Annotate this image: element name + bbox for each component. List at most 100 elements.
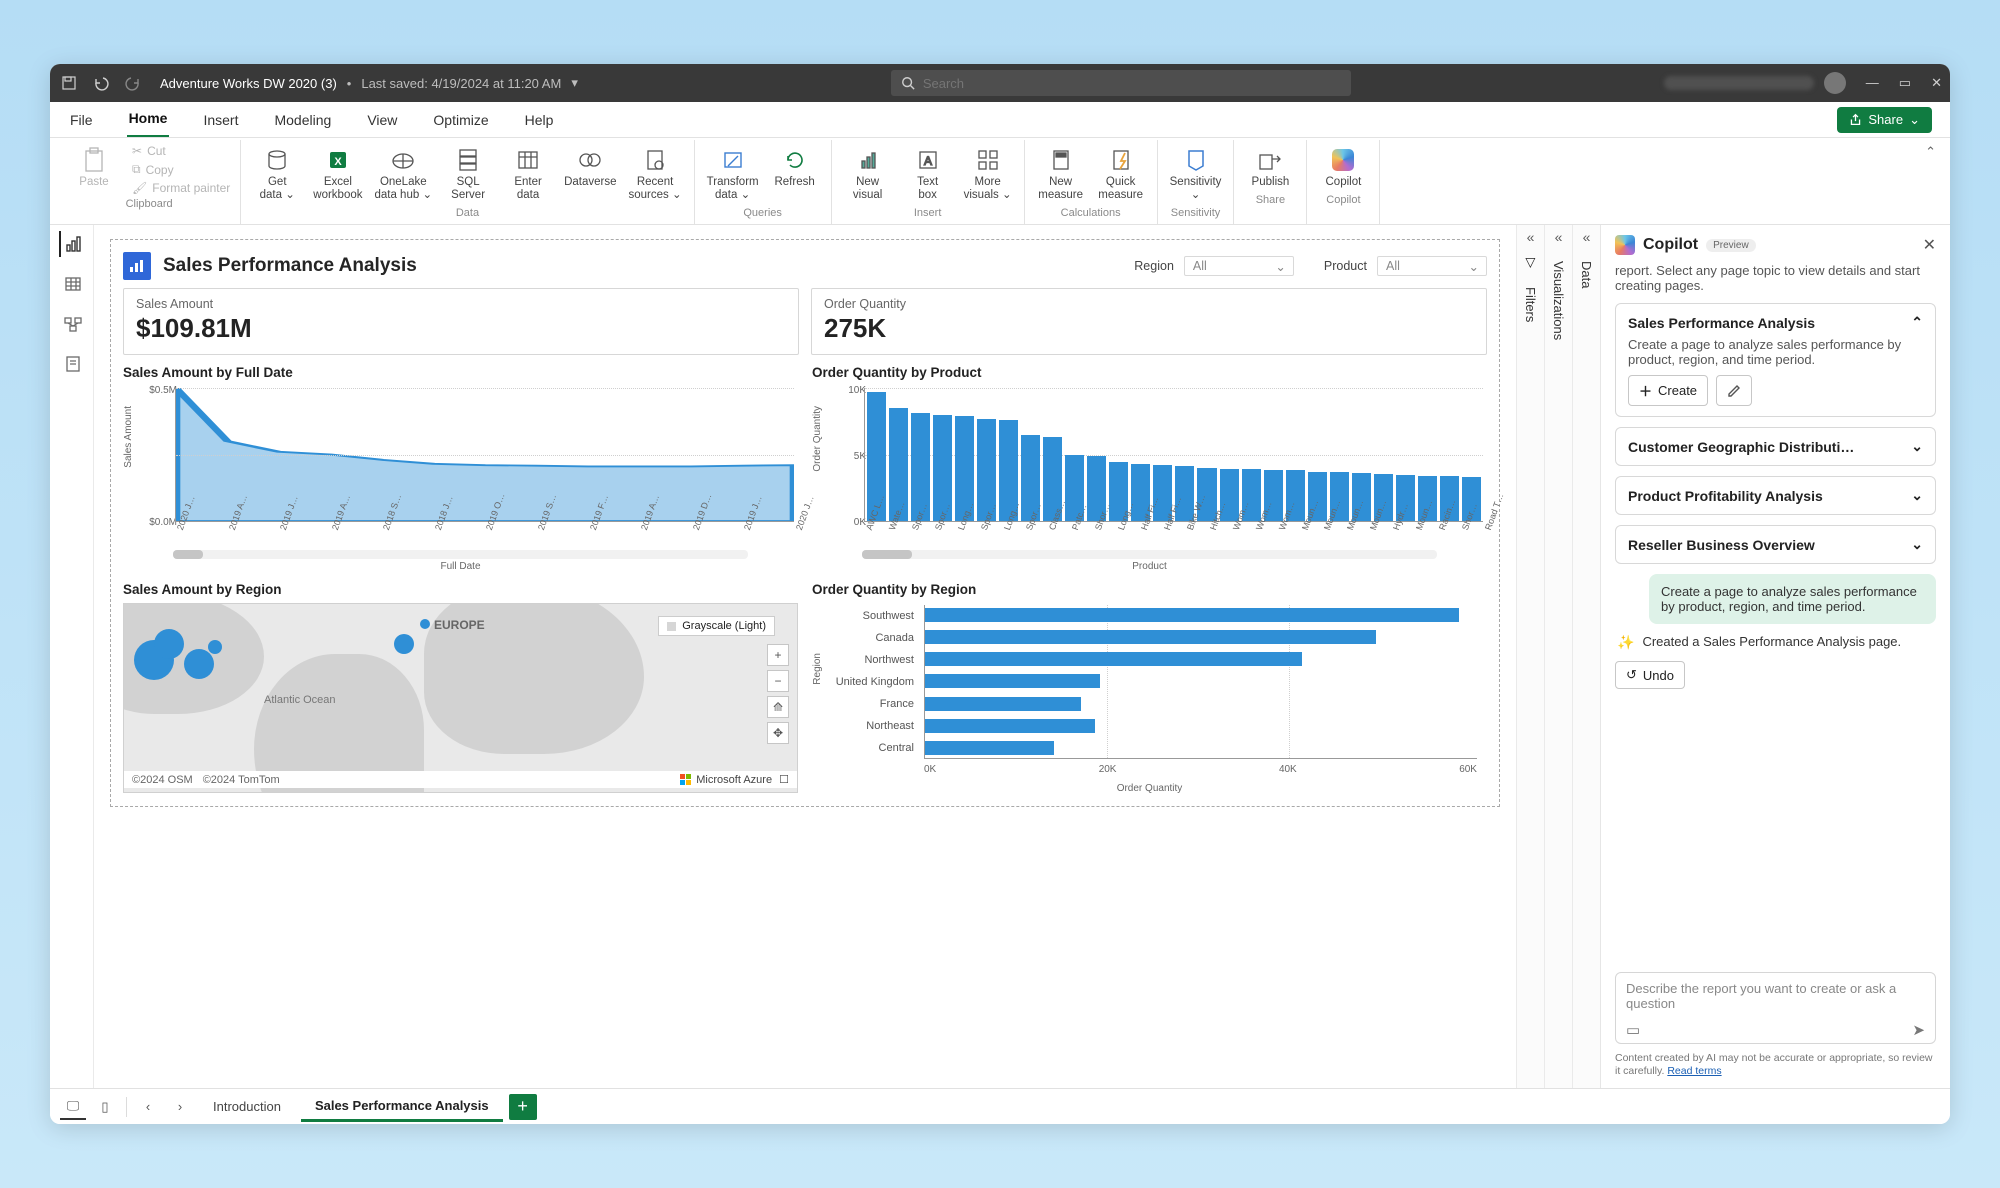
enter-data-button[interactable]: Enter data (502, 144, 554, 204)
edit-button[interactable] (1716, 375, 1752, 406)
minimize-icon[interactable]: — (1866, 75, 1879, 91)
create-button[interactable]: ＋Create (1628, 375, 1708, 406)
zoom-out-icon[interactable]: − (767, 670, 789, 692)
scrollbar[interactable] (173, 550, 748, 559)
avatar[interactable] (1824, 72, 1846, 94)
quick-measure-button[interactable]: Quick measure (1095, 144, 1147, 204)
filters-pane-collapsed[interactable]: «▷Filters (1516, 225, 1544, 1088)
card-sales-amount[interactable]: Sales Amount $109.81M (123, 288, 799, 355)
filter-product[interactable]: ProductAll (1324, 256, 1487, 276)
copilot-logo-icon (1615, 235, 1635, 255)
tab-introduction[interactable]: Introduction (199, 1093, 295, 1120)
close-icon[interactable]: ✕ (1931, 75, 1942, 91)
share-icon (1849, 113, 1862, 126)
attach-icon[interactable]: ▭ (1626, 1021, 1640, 1039)
filter-region[interactable]: RegionAll (1134, 256, 1294, 276)
maximize-icon[interactable]: ▭ (1899, 75, 1911, 91)
onelake-button[interactable]: OneLake data hub ⌄ (372, 144, 434, 204)
report-view-icon[interactable] (59, 231, 85, 257)
data-pane-collapsed[interactable]: «Data (1572, 225, 1600, 1088)
ribbon: Paste ✂ Cut ⧉ Copy 🖌 Format painter Clip… (50, 138, 1950, 225)
more-visuals-button[interactable]: More visuals ⌄ (962, 144, 1014, 204)
menu-modeling[interactable]: Modeling (272, 104, 333, 137)
copilot-input[interactable]: Describe the report you want to create o… (1615, 972, 1936, 1044)
search-input[interactable] (923, 76, 1341, 91)
new-visual-button[interactable]: New visual (842, 144, 894, 204)
map-style[interactable]: Grayscale (Light) (658, 616, 775, 636)
assistant-response: Created a Sales Performance Analysis pag… (1615, 634, 1936, 651)
suggestion-sales-performance[interactable]: Sales Performance Analysis⌃ Create a pag… (1615, 303, 1936, 417)
tab-sales-performance[interactable]: Sales Performance Analysis (301, 1092, 503, 1122)
file-name: Adventure Works DW 2020 (3) (160, 76, 337, 91)
read-terms-link[interactable]: Read terms (1667, 1065, 1721, 1077)
send-icon[interactable]: ➤ (1912, 1021, 1925, 1039)
desktop-view-icon[interactable]: 🖵 (60, 1094, 86, 1120)
scrollbar[interactable] (862, 550, 1437, 559)
save-icon[interactable] (58, 72, 80, 94)
prev-page-icon[interactable]: ‹ (135, 1094, 161, 1120)
sql-server-button[interactable]: SQL Server (442, 144, 494, 204)
page-title: Sales Performance Analysis (163, 255, 417, 277)
report-canvas[interactable]: Sales Performance Analysis RegionAll Pro… (110, 239, 1500, 807)
chart-sales-by-region-map[interactable]: Sales Amount by Region Atlantic Ocean EU… (123, 582, 798, 794)
chart-qty-by-region[interactable]: Order Quantity by Region Region Southwes… (812, 582, 1487, 794)
undo-icon[interactable] (90, 72, 112, 94)
menu-view[interactable]: View (365, 104, 399, 137)
transform-data-button[interactable]: Transform data ⌄ (705, 144, 761, 204)
refresh-button[interactable]: Refresh (769, 144, 821, 191)
next-page-icon[interactable]: › (167, 1094, 193, 1120)
model-view-icon[interactable] (59, 311, 85, 337)
chevron-up-icon[interactable]: ⌃ (1911, 314, 1923, 331)
view-rail (50, 225, 94, 1088)
chart-sales-by-date[interactable]: Sales Amount by Full Date Sales Amount $… (123, 365, 798, 572)
svg-text:X: X (334, 156, 342, 168)
pencil-icon (1727, 384, 1741, 398)
text-box-button[interactable]: AText box (902, 144, 954, 204)
svg-text:A: A (924, 154, 932, 168)
group-share: Publish Share (1234, 140, 1307, 224)
menu-help[interactable]: Help (523, 104, 556, 137)
group-queries: Transform data ⌄ Refresh Queries (695, 140, 832, 224)
paste-button: Paste (68, 144, 120, 191)
get-data-button[interactable]: Get data ⌄ (251, 144, 303, 204)
copilot-pane: Copilot Preview ✕ report. Select any pag… (1600, 225, 1950, 1088)
menu-insert[interactable]: Insert (201, 104, 240, 137)
card-order-qty[interactable]: Order Quantity 275K (811, 288, 1487, 355)
mobile-view-icon[interactable]: ▯ (92, 1094, 118, 1120)
suggestion-reseller[interactable]: Reseller Business Overview⌄ (1615, 525, 1936, 564)
excel-workbook-button[interactable]: XExcel workbook (311, 144, 364, 204)
map-lasso-icon[interactable]: ✥ (767, 722, 789, 744)
map-reset-icon[interactable]: ⟰ (767, 696, 789, 718)
viz-pane-collapsed[interactable]: «Visualizations (1544, 225, 1572, 1088)
menu-file[interactable]: File (68, 104, 95, 137)
dax-view-icon[interactable] (59, 351, 85, 377)
publish-button[interactable]: Publish (1244, 144, 1296, 191)
share-button[interactable]: Share ⌄ (1837, 107, 1932, 133)
close-copilot-icon[interactable]: ✕ (1923, 235, 1936, 255)
dataverse-button[interactable]: Dataverse (562, 144, 618, 191)
chevron-down-icon[interactable]: ⌄ (1911, 487, 1923, 504)
group-calculations: New measure Quick measure Calculations (1025, 140, 1158, 224)
new-measure-button[interactable]: New measure (1035, 144, 1087, 204)
zoom-in-icon[interactable]: + (767, 644, 789, 666)
suggestion-product-profit[interactable]: Product Profitability Analysis⌄ (1615, 476, 1936, 515)
copilot-button[interactable]: Copilot (1317, 144, 1369, 191)
menu-home[interactable]: Home (127, 102, 170, 137)
search-box[interactable] (891, 70, 1351, 96)
chart-qty-by-product[interactable]: Order Quantity by Product Order Quantity… (812, 365, 1487, 572)
add-page-button[interactable]: + (509, 1094, 537, 1120)
chevron-down-icon[interactable]: ⌄ (1911, 536, 1923, 553)
table-view-icon[interactable] (59, 271, 85, 297)
menu-optimize[interactable]: Optimize (431, 104, 490, 137)
group-sensitivity: Sensitivity⌄ Sensitivity (1158, 140, 1235, 224)
undo-button[interactable]: ↺Undo (1615, 661, 1685, 689)
sensitivity-button[interactable]: Sensitivity⌄ (1168, 144, 1224, 204)
sparkle-icon (1617, 634, 1634, 651)
collapse-ribbon-icon[interactable]: ⌃ (1919, 140, 1942, 164)
chevron-down-icon[interactable]: ⌄ (1911, 438, 1923, 455)
suggestion-customer-geo[interactable]: Customer Geographic Distributi…⌄ (1615, 427, 1936, 466)
recent-sources-button[interactable]: Recent sources ⌄ (627, 144, 684, 204)
copy-button: ⧉ Copy (132, 162, 230, 177)
cut-button: ✂ Cut (132, 144, 230, 158)
menu-bar: File Home Insert Modeling View Optimize … (50, 102, 1950, 138)
